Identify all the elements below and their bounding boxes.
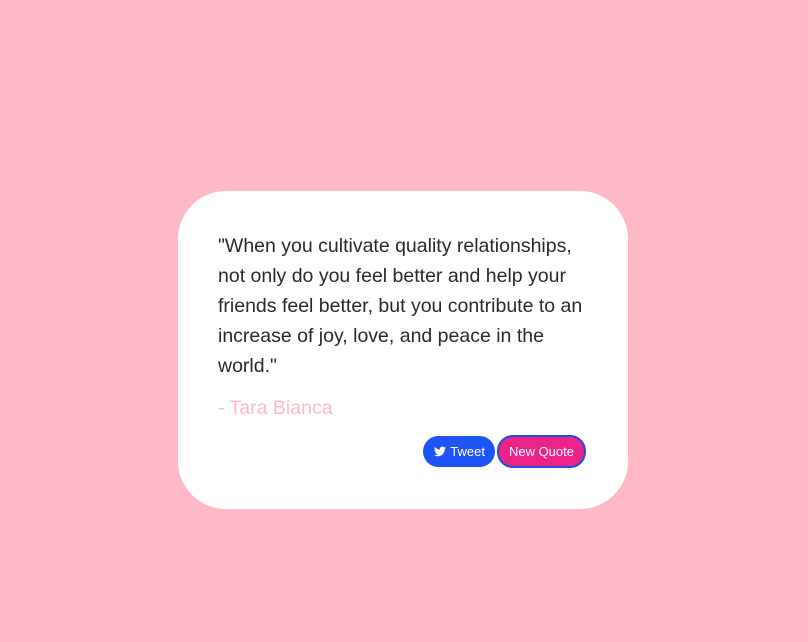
new-quote-label: New Quote <box>508 444 574 459</box>
new-quote-button[interactable]: New Quote <box>496 435 586 468</box>
tweet-button[interactable]: Tweet <box>423 436 495 467</box>
quote-actions: Tweet New Quote <box>423 435 586 468</box>
tweet-label: Tweet <box>450 444 485 459</box>
quote-text: "When you cultivate quality relationship… <box>218 235 583 377</box>
twitter-icon <box>434 446 447 457</box>
quote-author: - Tara Bianca <box>218 397 333 419</box>
quote-card: "When you cultivate quality relationship… <box>178 191 628 509</box>
